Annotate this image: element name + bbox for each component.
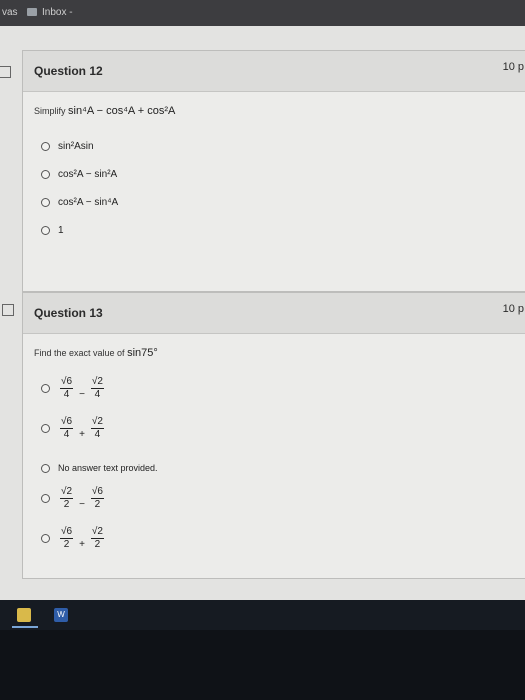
prompt-label: Find the exact value of (34, 348, 125, 358)
taskbar-strip: W (0, 600, 525, 630)
radio-button[interactable] (41, 170, 50, 179)
question-card-13: Question 13 10 p Find the exact value of… (22, 292, 525, 579)
answer-option[interactable]: sin²Asin (41, 141, 94, 152)
fraction-expression: √6 4 + √2 4 (58, 416, 106, 441)
question-prompt: Simplify sin⁴A − cos⁴A + cos²A (34, 105, 175, 117)
denominator: 2 (63, 499, 70, 510)
answer-text: No answer text provided. (58, 463, 158, 473)
denominator: 2 (94, 539, 101, 550)
operator: + (79, 429, 85, 440)
numerator: √2 (90, 376, 104, 389)
question-card-12: Question 12 10 p Simplify sin⁴A − cos⁴A … (22, 50, 525, 292)
operator: + (79, 539, 85, 550)
answer-text: 1 (58, 225, 64, 236)
answer-option[interactable]: cos²A − sin⁴A (41, 197, 118, 208)
answer-option[interactable]: No answer text provided. (41, 463, 158, 473)
answer-text: sin²Asin (58, 141, 94, 152)
question-flag-icon[interactable] (2, 304, 14, 316)
radio-button[interactable] (41, 198, 50, 207)
word-app-icon[interactable]: W (54, 608, 68, 622)
question-flag-icon[interactable] (0, 66, 11, 78)
question-prompt: Find the exact value of sin75° (34, 347, 158, 359)
radio-button[interactable] (41, 534, 50, 543)
prompt-label: Simplify (34, 106, 66, 116)
question-title: Question 13 (34, 306, 103, 320)
file-explorer-icon[interactable] (17, 608, 31, 622)
numerator: √6 (90, 486, 104, 499)
quiz-page: Question 12 10 p Simplify sin⁴A − cos⁴A … (0, 26, 525, 600)
answer-option[interactable]: cos²A − sin²A (41, 169, 117, 180)
answer-option[interactable]: √2 2 − √6 2 (41, 486, 106, 511)
operator: − (79, 389, 85, 400)
browser-tab-bar: vas Inbox - (0, 0, 525, 26)
answer-option[interactable]: √6 4 − √2 4 (41, 376, 106, 401)
question-header: Question 12 10 p (23, 51, 525, 92)
numerator: √6 (60, 416, 74, 429)
question-title: Question 12 (34, 64, 103, 78)
numerator: √2 (90, 416, 104, 429)
fraction-expression: √6 2 + √2 2 (58, 526, 106, 551)
fraction-expression: √6 4 − √2 4 (58, 376, 106, 401)
radio-button[interactable] (41, 494, 50, 503)
question-points: 10 p (502, 303, 524, 315)
question-header: Question 13 10 p (23, 293, 525, 334)
answer-option[interactable]: √6 2 + √2 2 (41, 526, 106, 551)
denominator: 2 (63, 539, 70, 550)
prompt-expression: sin75° (127, 347, 158, 359)
inbox-icon (27, 8, 37, 16)
denominator: 4 (63, 429, 70, 440)
answer-text: cos²A − sin⁴A (58, 197, 119, 208)
browser-tab-canvas[interactable]: vas (2, 7, 18, 18)
taskbar: W (0, 600, 525, 700)
radio-button[interactable] (41, 142, 50, 151)
denominator: 4 (63, 389, 70, 400)
answer-option[interactable]: 1 (41, 225, 64, 236)
active-app-indicator (12, 626, 38, 628)
radio-button[interactable] (41, 384, 50, 393)
radio-button[interactable] (41, 424, 50, 433)
browser-tab-inbox[interactable]: Inbox - (42, 7, 73, 18)
numerator: √2 (90, 526, 104, 539)
denominator: 4 (94, 429, 101, 440)
denominator: 4 (94, 389, 101, 400)
radio-button[interactable] (41, 463, 50, 473)
denominator: 2 (94, 499, 101, 510)
prompt-expression: sin⁴A − cos⁴A + cos²A (68, 105, 176, 117)
operator: − (79, 499, 85, 510)
fraction-expression: √2 2 − √6 2 (58, 486, 106, 511)
radio-button[interactable] (41, 226, 50, 235)
numerator: √6 (60, 526, 74, 539)
numerator: √2 (60, 486, 74, 499)
answer-option[interactable]: √6 4 + √2 4 (41, 416, 106, 441)
answer-text: cos²A − sin²A (58, 169, 118, 180)
question-points: 10 p (502, 61, 524, 73)
numerator: √6 (60, 376, 74, 389)
